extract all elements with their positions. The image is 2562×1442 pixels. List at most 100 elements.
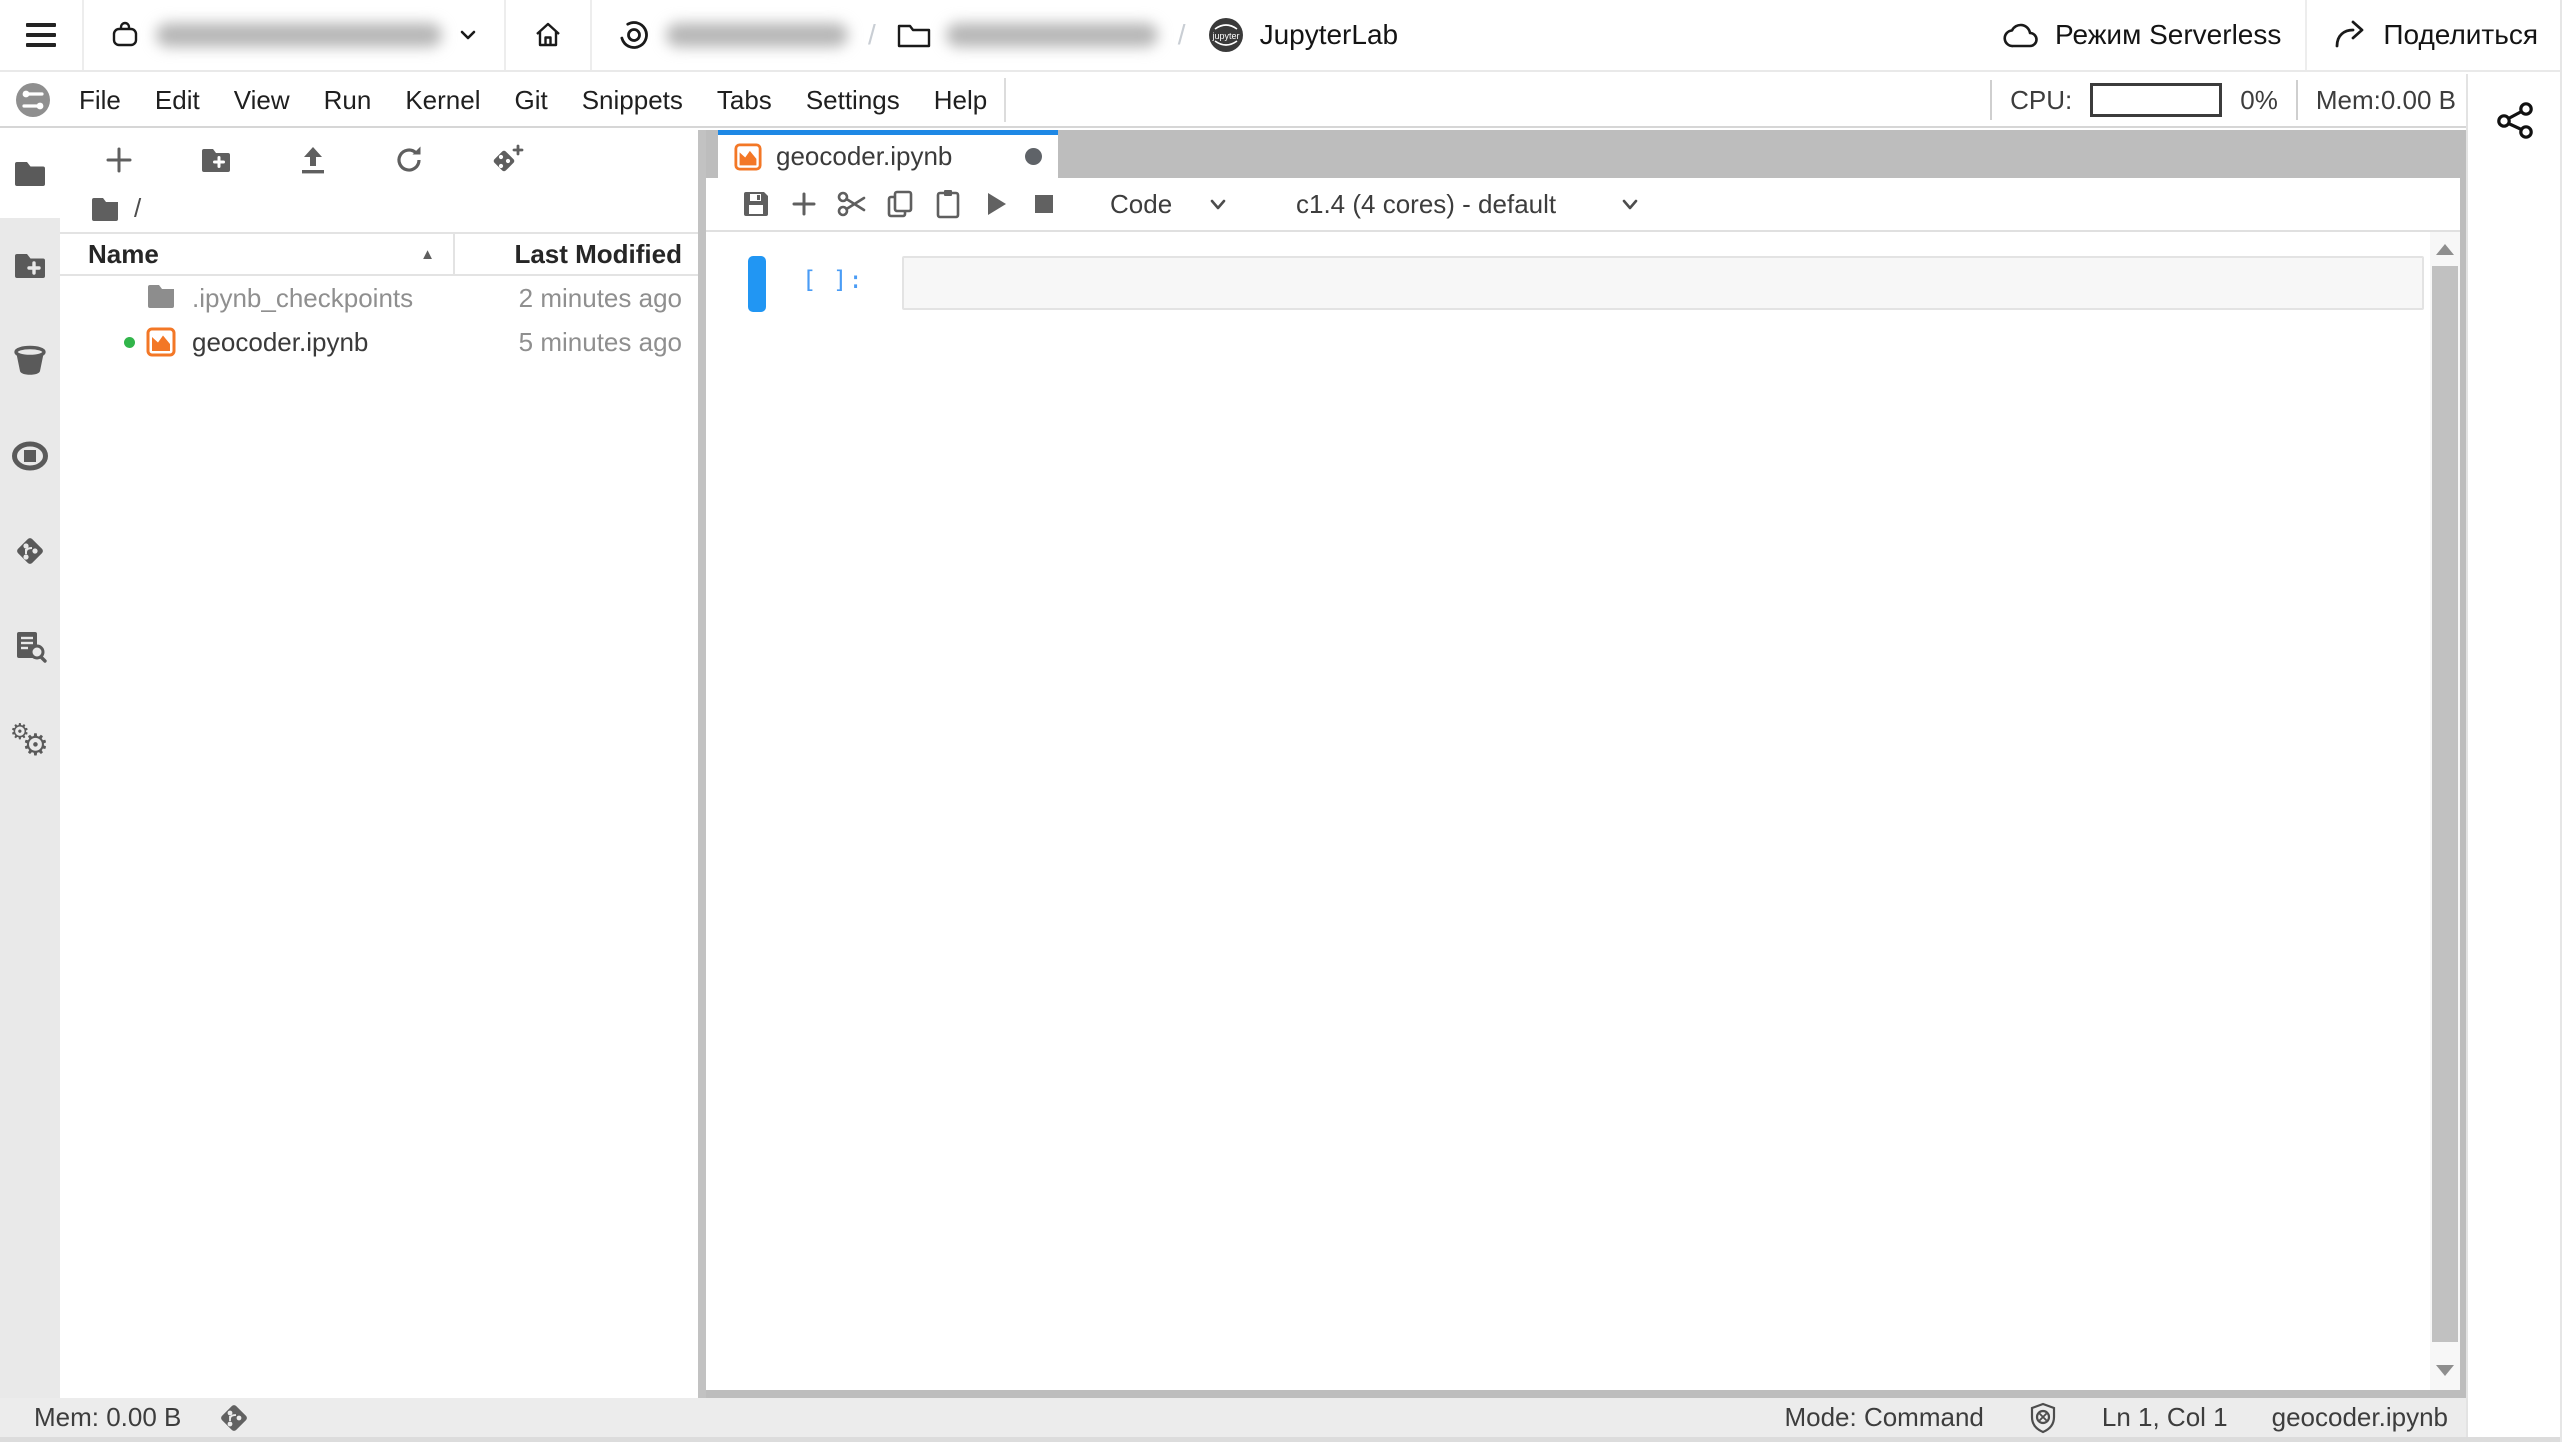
cpu-meter xyxy=(2090,83,2222,117)
sidebar-tab-bucket[interactable] xyxy=(0,313,60,408)
home-button[interactable] xyxy=(530,17,566,53)
breadcrumb-separator: / xyxy=(1172,19,1192,51)
tab-geocoder-ipynb[interactable]: geocoder.ipynb xyxy=(718,130,1058,178)
scrollbar-thumb[interactable] xyxy=(2432,266,2458,1342)
file-browser-breadcrumb[interactable]: / xyxy=(60,184,698,232)
menu-help[interactable]: Help xyxy=(917,85,1004,116)
main-menu-cell xyxy=(0,0,84,70)
menu-snippets[interactable]: Snippets xyxy=(565,85,700,116)
kernel-running-indicator xyxy=(124,337,135,348)
main-area: ⚙⚙ xyxy=(0,130,2466,1398)
service-bag-icon xyxy=(108,18,142,52)
app-title: JupyterLab xyxy=(1260,19,1399,51)
activity-bar: ⚙⚙ xyxy=(0,130,60,1398)
menu-view[interactable]: View xyxy=(217,85,307,116)
upload-button[interactable] xyxy=(298,145,328,175)
menu-kernel[interactable]: Kernel xyxy=(388,85,497,116)
folder-outline-icon xyxy=(896,20,932,50)
sidebar-tab-git[interactable] xyxy=(0,503,60,598)
sidebar-tab-running-sessions[interactable] xyxy=(0,408,60,503)
git-branch-icon xyxy=(12,533,48,569)
file-browser-toolbar xyxy=(60,136,698,184)
memory-indicator: Mem:0.00 B xyxy=(2316,85,2456,116)
column-header-name[interactable]: Name ▲ xyxy=(60,234,455,274)
service-selector[interactable] xyxy=(84,0,506,70)
folder-plus-icon xyxy=(12,251,48,281)
home-cell xyxy=(506,0,592,70)
right-margin xyxy=(2466,74,2562,1442)
kernel-select[interactable]: c1.4 (4 cores) - default xyxy=(1296,189,1642,220)
jupyterlab-window: / / jupyter JupyterLab Режим Serverless xyxy=(0,0,2562,1442)
stop-oval-icon xyxy=(11,441,49,471)
panel-splitter[interactable] xyxy=(698,130,706,1398)
copy-cells-button[interactable] xyxy=(876,182,924,226)
folder-icon xyxy=(146,283,176,308)
cell-input-editor[interactable] xyxy=(902,256,2424,310)
save-button[interactable] xyxy=(732,182,780,226)
share-nodes-icon[interactable] xyxy=(2495,102,2535,1442)
share-button[interactable]: Поделиться xyxy=(2305,0,2562,70)
refresh-button[interactable] xyxy=(394,145,424,175)
community-target-icon xyxy=(616,17,652,53)
share-arrow-icon xyxy=(2331,18,2369,52)
menu-run[interactable]: Run xyxy=(307,85,389,116)
redacted-project-name[interactable] xyxy=(666,23,848,47)
cell-prompt: [ ]: xyxy=(802,256,882,294)
cell-type-select[interactable]: Code xyxy=(1110,189,1230,220)
folder-icon xyxy=(12,159,48,189)
paste-cells-button[interactable] xyxy=(924,182,972,226)
unsaved-changes-indicator[interactable] xyxy=(1025,148,1042,165)
breadcrumb-root: / xyxy=(134,193,141,224)
code-cell[interactable]: [ ]: xyxy=(748,256,2460,312)
settings-gears-icon: ⚙⚙ xyxy=(10,721,50,761)
sidebar-tab-settings[interactable]: ⚙⚙ xyxy=(0,693,60,788)
active-filename[interactable]: geocoder.ipynb xyxy=(2272,1402,2448,1433)
hamburger-menu-button[interactable] xyxy=(24,20,58,50)
window-bottom-edge xyxy=(0,1437,2562,1442)
menu-git[interactable]: Git xyxy=(497,85,564,116)
menu-settings[interactable]: Settings xyxy=(789,85,917,116)
git-init-button[interactable] xyxy=(490,144,524,176)
cursor-position[interactable]: Ln 1, Col 1 xyxy=(2102,1402,2228,1433)
status-divider xyxy=(1990,80,1992,120)
menu-file[interactable]: File xyxy=(62,85,138,116)
file-row-ipynb-checkpoints[interactable]: .ipynb_checkpoints 2 minutes ago xyxy=(60,276,698,320)
menu-tabs[interactable]: Tabs xyxy=(700,85,789,116)
memory-usage: Mem: 0.00 B xyxy=(34,1402,181,1433)
menu-edit[interactable]: Edit xyxy=(138,85,217,116)
notebook-file-icon xyxy=(734,143,762,171)
cut-cells-button[interactable] xyxy=(828,182,876,226)
scroll-up-arrow[interactable] xyxy=(2436,244,2454,255)
notebook-scrollbar[interactable] xyxy=(2430,232,2460,1390)
redacted-service-name xyxy=(156,23,442,47)
scroll-down-arrow[interactable] xyxy=(2436,1365,2454,1376)
tab-bar: geocoder.ipynb xyxy=(706,130,2460,178)
bucket-icon xyxy=(12,345,48,377)
cell-selection-bar xyxy=(748,256,766,312)
trust-shield-icon[interactable] xyxy=(2028,1402,2058,1434)
sidebar-tab-file-browser[interactable] xyxy=(0,130,60,218)
datasphere-logo xyxy=(12,79,54,121)
notebook-content: [ ]: xyxy=(706,232,2460,1390)
new-launcher-button[interactable] xyxy=(104,145,134,175)
new-folder-button[interactable] xyxy=(200,147,232,174)
sidebar-tab-new-directory[interactable] xyxy=(0,218,60,313)
sidebar-tab-toc-search[interactable] xyxy=(0,598,60,693)
menu-divider xyxy=(1004,78,1006,122)
tab-title: geocoder.ipynb xyxy=(776,141,952,172)
add-cell-button[interactable] xyxy=(780,182,828,226)
serverless-mode-button[interactable]: Режим Serverless xyxy=(1979,0,2305,70)
git-status-icon[interactable] xyxy=(217,1401,251,1435)
svg-text:jupyter: jupyter xyxy=(1211,31,1239,41)
cloud-icon xyxy=(2003,20,2041,50)
column-header-modified[interactable]: Last Modified xyxy=(455,239,698,270)
status-divider xyxy=(2296,80,2298,120)
sort-ascending-icon: ▲ xyxy=(420,246,435,263)
run-cell-button[interactable] xyxy=(972,182,1020,226)
stop-kernel-button[interactable] xyxy=(1020,182,1068,226)
notebook-mode[interactable]: Mode: Command xyxy=(1784,1402,1983,1433)
jupyter-logo-icon: jupyter xyxy=(1206,15,1246,55)
redacted-folder-name[interactable] xyxy=(946,23,1158,47)
serverless-label: Режим Serverless xyxy=(2055,19,2281,51)
file-row-geocoder-ipynb[interactable]: geocoder.ipynb 5 minutes ago xyxy=(60,320,698,364)
